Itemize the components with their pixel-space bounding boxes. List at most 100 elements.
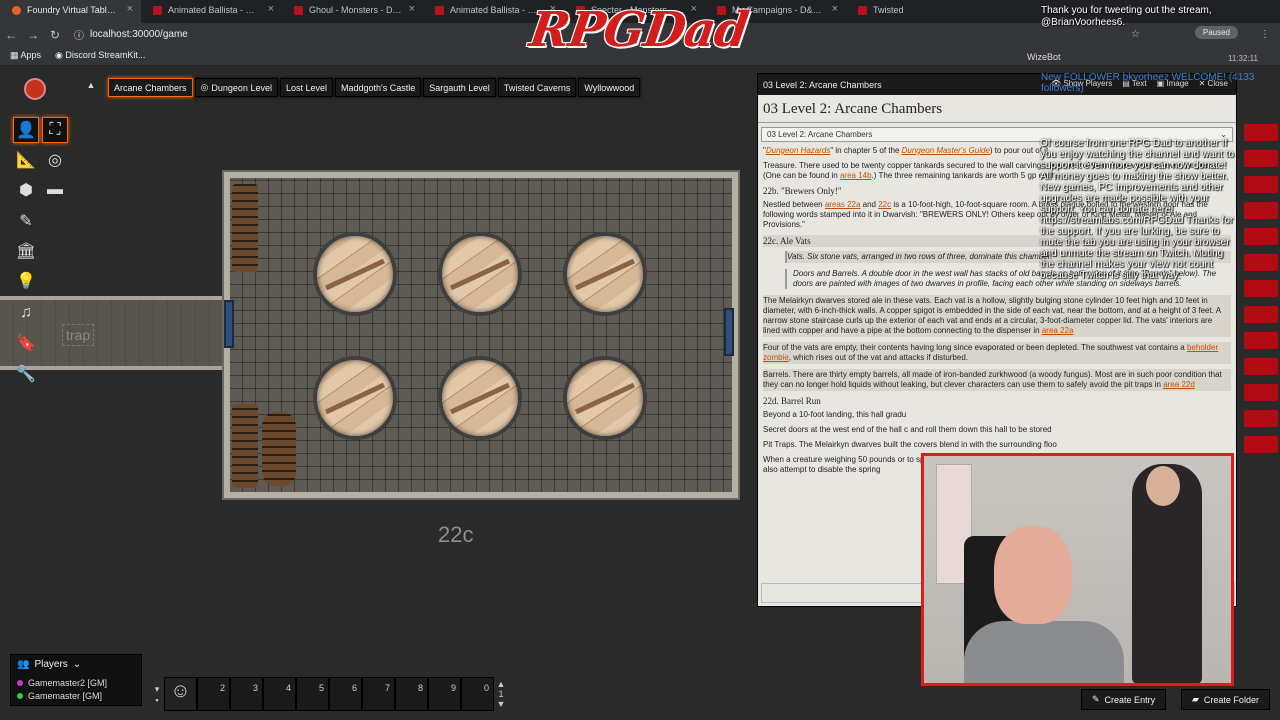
measure-icon[interactable]: 📐 — [13, 147, 39, 173]
back-icon[interactable]: ← — [0, 28, 22, 42]
wizebot-label: WizeBot — [1027, 52, 1061, 62]
sidebar-item[interactable] — [1244, 176, 1278, 193]
scene-tab-wyllowwood[interactable]: Wyllowwood — [578, 78, 641, 97]
scene-tab-lost-level[interactable]: Lost Level — [279, 78, 333, 97]
walls-icon[interactable]: 🏛 — [13, 238, 39, 264]
sidebar-item[interactable] — [1244, 150, 1278, 167]
sidebar-item[interactable] — [1244, 228, 1278, 245]
reload-icon[interactable]: ↻ — [44, 28, 66, 42]
content-link[interactable]: 22c — [878, 200, 891, 209]
sidebar-item[interactable] — [1244, 384, 1278, 401]
players-list: 👥 Players ⌄ Gamemaster2 [GM] Gamemaster [G… — [10, 654, 142, 706]
bookmark-discord[interactable]: ◉ Discord StreamKit... — [55, 50, 145, 61]
close-tab-icon[interactable]: × — [268, 4, 274, 15]
scene-nav-toggle-icon[interactable]: ▲ — [84, 80, 98, 94]
close-tab-icon[interactable]: × — [127, 4, 133, 15]
browser-tab[interactable]: Twisted — [846, 0, 987, 23]
url-field[interactable]: ⓘ localhost:30000/game — [74, 27, 188, 42]
scene-tab-arcane-chambers[interactable]: Arcane Chambers — [108, 78, 193, 97]
macro-slot[interactable]: 7 — [362, 677, 395, 711]
users-icon: 👥 — [17, 659, 30, 670]
dndbeyond-favicon-icon — [294, 6, 303, 15]
sidebar-item[interactable] — [1244, 436, 1278, 453]
create-entry-button[interactable]: ✎ Create Entry — [1081, 689, 1167, 710]
west-door[interactable] — [224, 300, 234, 348]
browser-tab[interactable]: Foundry Virtual Tabletop • A × — [0, 0, 141, 23]
sidebar-item[interactable] — [1244, 358, 1278, 375]
journal-paragraph: Barrels. There are thirty empty barrels,… — [763, 369, 1231, 391]
sidebar-item[interactable] — [1244, 202, 1278, 219]
sidebar-item[interactable] — [1244, 410, 1278, 427]
draw-icon[interactable]: ✎ — [13, 208, 39, 234]
sidebar-item[interactable] — [1244, 254, 1278, 271]
scene-label: Dungeon Level — [211, 82, 272, 93]
lighting-icon[interactable]: 💡 — [13, 268, 39, 294]
sidebar-item[interactable] — [1244, 124, 1278, 141]
journal-paragraph: Pit Traps. The Melairkyn dwarves built t… — [763, 440, 1057, 449]
trap-label: trap — [62, 324, 95, 346]
content-link[interactable]: area 22a — [1042, 326, 1074, 335]
ale-vat — [438, 356, 522, 440]
content-link[interactable]: area 14b — [840, 171, 872, 180]
chat-overlay-message: Of course from one RPG Dad to another If… — [1040, 138, 1235, 281]
macro-slot[interactable]: 2 — [197, 677, 230, 711]
ruler-icon[interactable]: ▬ — [42, 177, 68, 203]
scene-tab-sargauth-level[interactable]: Sargauth Level — [423, 78, 496, 97]
macro-slot[interactable]: ☺ — [164, 677, 197, 711]
players-header[interactable]: 👥 Players ⌄ — [17, 659, 135, 670]
foundry-logo-icon[interactable] — [24, 78, 46, 100]
scene-tab-twisted-caverns[interactable]: Twisted Caverns — [497, 78, 577, 97]
sounds-icon[interactable]: ♫ — [13, 300, 39, 326]
tiles-icon[interactable]: ⬢ — [13, 177, 39, 203]
browser-tab[interactable]: Ghoul - Monsters - D&D Be × — [282, 0, 423, 23]
journal-paragraph: Beyond a 10-foot landing, this hall grad… — [763, 410, 907, 419]
sidebar-item[interactable] — [1244, 280, 1278, 297]
statue-head — [1146, 466, 1180, 506]
macro-slot[interactable]: 9 — [428, 677, 461, 711]
scene-label: Twisted Caverns — [503, 82, 571, 93]
close-tab-icon[interactable]: × — [832, 4, 838, 15]
macro-slot[interactable]: 6 — [329, 677, 362, 711]
text: , which rises out of the vat and attacks… — [788, 353, 968, 362]
macro-slot[interactable]: 4 — [263, 677, 296, 711]
url-text: localhost:30000/game — [90, 29, 188, 40]
macro-slot[interactable]: 5 — [296, 677, 329, 711]
tweet-alert: Thank you for tweeting out the stream, @… — [1041, 5, 1212, 28]
sidebar-item[interactable] — [1244, 306, 1278, 323]
screen: Foundry Virtual Tabletop • A × Animated B… — [0, 0, 1280, 720]
east-door[interactable] — [724, 308, 734, 356]
scene-label: Sargauth Level — [429, 82, 490, 93]
hotbar-page-control[interactable]: ▲ 1 ▼ — [494, 679, 508, 709]
content-link[interactable]: Dungeon Master's Guide — [902, 146, 990, 155]
journal-entry-title[interactable]: 03 Level 2: Arcane Chambers — [758, 95, 1236, 123]
token-controls-icon[interactable]: 👤 — [13, 117, 39, 143]
macro-slot[interactable]: 8 — [395, 677, 428, 711]
text: The Melairkyn dwarves stored ale in thes… — [763, 296, 1221, 335]
player-name: Gamemaster [GM] — [28, 691, 103, 701]
folder-icon: ▰ — [1192, 694, 1199, 704]
dndbeyond-favicon-icon — [858, 6, 867, 15]
macro-slot[interactable]: 3 — [230, 677, 263, 711]
fullscreen-icon[interactable]: ⛶ — [42, 117, 68, 143]
content-link[interactable]: Dungeon Hazards — [766, 146, 830, 155]
menu-icon[interactable]: ⋮ — [1260, 29, 1270, 40]
macro-slot[interactable]: 0 — [461, 677, 494, 711]
create-folder-button[interactable]: ▰ Create Folder — [1181, 689, 1270, 710]
hotbar-collapse-icon[interactable]: ▾ ▪ — [150, 684, 164, 705]
star-icon[interactable]: ☆ — [1131, 29, 1140, 40]
forward-icon[interactable]: → — [22, 28, 44, 42]
bookmark-apps[interactable]: ▦ Apps — [10, 50, 41, 61]
sidebar-item[interactable] — [1244, 332, 1278, 349]
text: and — [860, 200, 879, 209]
scene-tab-maddgoths-castle[interactable]: Maddgoth's Castle — [335, 78, 422, 97]
content-link[interactable]: area 22d — [1163, 380, 1195, 389]
button-label: Create Entry — [1104, 694, 1156, 705]
target-icon[interactable]: ◎ — [42, 147, 68, 173]
tab-title: Twisted — [873, 5, 904, 15]
browser-tab[interactable]: Animated Ballista - Monste × — [141, 0, 282, 23]
content-link[interactable]: areas 22a — [825, 200, 861, 209]
settings-wrench-icon[interactable]: 🔧 — [13, 361, 39, 387]
scene-tab-dungeon-level[interactable]: ◎ Dungeon Level — [194, 78, 278, 97]
notes-icon[interactable]: 🔖 — [13, 330, 39, 356]
close-tab-icon[interactable]: × — [409, 4, 415, 15]
